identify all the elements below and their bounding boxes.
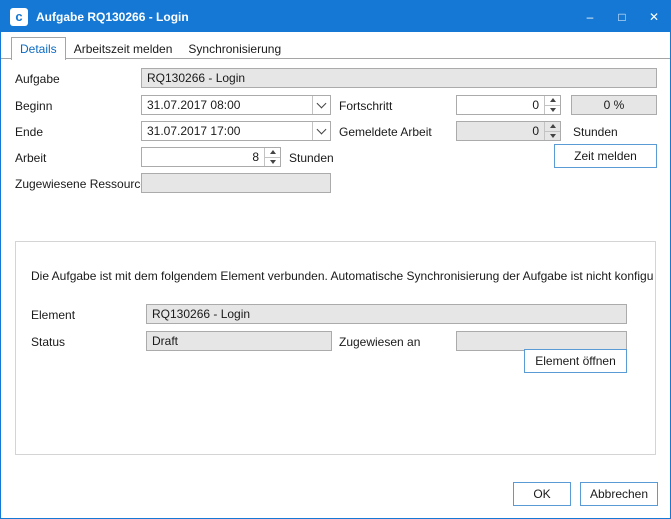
linked-element-groupbox: Die Aufgabe ist mit dem folgendem Elemen… bbox=[15, 241, 656, 455]
arbeit-spinner[interactable]: 8 bbox=[141, 147, 281, 167]
aufgabe-value: RQ130266 - Login bbox=[147, 71, 245, 85]
beginn-dropdown-button[interactable] bbox=[312, 96, 330, 114]
fortschritt-spinner[interactable]: 0 bbox=[456, 95, 561, 115]
zugewiesen-an-label: Zugewiesen an bbox=[339, 335, 420, 349]
arbeit-spin-buttons bbox=[264, 148, 280, 166]
titlebar: c Aufgabe RQ130266 - Login – □ ✕ bbox=[1, 1, 670, 32]
arrow-down-icon bbox=[270, 160, 276, 164]
zugewiesene-ressource-label: Zugewiesene Ressource bbox=[15, 177, 147, 191]
tab-strip: Details Arbeitszeit melden Synchronisier… bbox=[11, 37, 289, 60]
aufgabe-field: RQ130266 - Login bbox=[141, 68, 657, 88]
ok-button[interactable]: OK bbox=[513, 482, 571, 506]
maximize-button[interactable]: □ bbox=[606, 1, 638, 32]
arbeit-label: Arbeit bbox=[15, 151, 46, 165]
spin-down-button[interactable] bbox=[545, 106, 560, 115]
ende-datetime-picker[interactable]: 31.07.2017 17:00 bbox=[141, 121, 331, 141]
tab-synchronisierung[interactable]: Synchronisierung bbox=[180, 38, 289, 60]
aufgabe-label: Aufgabe bbox=[15, 72, 60, 86]
gemeldete-arbeit-spinner: 0 bbox=[456, 121, 561, 141]
close-button[interactable]: ✕ bbox=[638, 1, 670, 32]
zeit-melden-button[interactable]: Zeit melden bbox=[554, 144, 657, 168]
beginn-value[interactable]: 31.07.2017 08:00 bbox=[142, 98, 312, 112]
cancel-button[interactable]: Abbrechen bbox=[580, 482, 658, 506]
task-dialog-window: c Aufgabe RQ130266 - Login – □ ✕ Details… bbox=[0, 0, 671, 519]
element-label: Element bbox=[31, 308, 75, 322]
tab-arbeitszeit-melden[interactable]: Arbeitszeit melden bbox=[66, 38, 181, 60]
gemeldete-arbeit-label: Gemeldete Arbeit bbox=[339, 125, 432, 139]
ende-value[interactable]: 31.07.2017 17:00 bbox=[142, 124, 312, 138]
minimize-button[interactable]: – bbox=[574, 1, 606, 32]
arbeit-value[interactable]: 8 bbox=[142, 150, 264, 164]
app-icon-glyph: c bbox=[15, 9, 22, 24]
tab-details[interactable]: Details bbox=[11, 37, 66, 60]
chevron-down-icon bbox=[317, 125, 327, 135]
gemeldete-arbeit-unit-label: Stunden bbox=[573, 125, 618, 139]
fortschritt-percent-field: 0 % bbox=[571, 95, 657, 115]
gemeldete-arbeit-value: 0 bbox=[457, 124, 544, 138]
arrow-up-icon bbox=[550, 98, 556, 102]
element-value: RQ130266 - Login bbox=[152, 307, 250, 321]
arrow-up-icon bbox=[550, 124, 556, 128]
arrow-down-icon bbox=[550, 108, 556, 112]
ende-label: Ende bbox=[15, 125, 43, 139]
arrow-down-icon bbox=[550, 134, 556, 138]
spin-up-button[interactable] bbox=[545, 96, 560, 106]
spin-down-button[interactable] bbox=[265, 158, 280, 167]
status-value: Draft bbox=[152, 334, 178, 348]
ende-dropdown-button[interactable] bbox=[312, 122, 330, 140]
fortschritt-value[interactable]: 0 bbox=[457, 98, 544, 112]
sync-info-text: Die Aufgabe ist mit dem folgendem Elemen… bbox=[31, 269, 654, 283]
window-title: Aufgabe RQ130266 - Login bbox=[36, 10, 574, 24]
beginn-datetime-picker[interactable]: 31.07.2017 08:00 bbox=[141, 95, 331, 115]
fortschritt-spin-buttons bbox=[544, 96, 560, 114]
element-oeffnen-button[interactable]: Element öffnen bbox=[524, 349, 627, 373]
status-label: Status bbox=[31, 335, 65, 349]
fortschritt-percent-value: 0 % bbox=[604, 98, 625, 112]
fortschritt-label: Fortschritt bbox=[339, 99, 392, 113]
beginn-label: Beginn bbox=[15, 99, 52, 113]
app-icon: c bbox=[10, 8, 28, 26]
gemeldete-arbeit-spin-buttons bbox=[544, 122, 560, 140]
window-controls: – □ ✕ bbox=[574, 1, 670, 32]
status-field: Draft bbox=[146, 331, 332, 351]
arbeit-unit-label: Stunden bbox=[289, 151, 334, 165]
element-field: RQ130266 - Login bbox=[146, 304, 627, 324]
arrow-up-icon bbox=[270, 150, 276, 154]
spin-up-button[interactable] bbox=[265, 148, 280, 158]
spin-up-button bbox=[545, 122, 560, 132]
zugewiesene-ressource-field bbox=[141, 173, 331, 193]
zugewiesen-an-field bbox=[456, 331, 627, 351]
spin-down-button bbox=[545, 132, 560, 141]
chevron-down-icon bbox=[317, 99, 327, 109]
